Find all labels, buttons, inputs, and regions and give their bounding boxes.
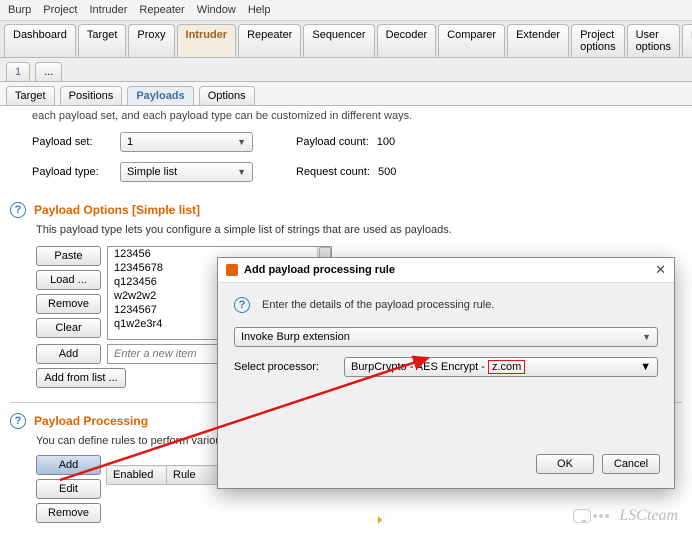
processing-add-button[interactable]: Add	[36, 455, 101, 475]
subtab-target[interactable]: Target	[6, 86, 55, 105]
tab-decoder[interactable]: Decoder	[377, 24, 437, 57]
cancel-button[interactable]: Cancel	[602, 454, 660, 474]
subtab-options[interactable]: Options	[199, 86, 255, 105]
ok-button[interactable]: OK	[536, 454, 594, 474]
menu-intruder[interactable]: Intruder	[90, 4, 128, 16]
subtab-payloads[interactable]: Payloads	[127, 86, 193, 105]
intruder-sub-tab-bar: Target Positions Payloads Options	[0, 82, 692, 106]
add-item-button[interactable]: Add	[36, 344, 101, 364]
help-icon[interactable]: ?	[10, 413, 26, 429]
payload-processing-title: Payload Processing	[34, 414, 148, 428]
caret-icon	[378, 516, 386, 524]
tab-intruder[interactable]: Intruder	[177, 24, 237, 57]
clear-button[interactable]: Clear	[36, 318, 101, 338]
help-icon[interactable]: ?	[10, 202, 26, 218]
payload-count-value: 100	[377, 136, 395, 148]
tab-comparer[interactable]: Comparer	[438, 24, 505, 57]
burp-icon	[226, 264, 238, 276]
payload-options-desc: This payload type lets you configure a s…	[36, 224, 682, 236]
chevron-down-icon: ▼	[237, 167, 246, 177]
payload-type-combo[interactable]: Simple list ▼	[120, 162, 253, 182]
menu-bar: Burp Project Intruder Repeater Window He…	[0, 0, 692, 21]
payload-options-title: Payload Options [Simple list]	[34, 203, 200, 217]
payload-type-label: Payload type:	[32, 166, 112, 178]
instance-tab-new[interactable]: ...	[35, 62, 62, 81]
payload-set-combo[interactable]: 1 ▼	[120, 132, 253, 152]
payload-count-label: Payload count:	[296, 136, 369, 148]
add-from-list-label: Add from list ...	[44, 372, 117, 384]
remove-button[interactable]: Remove	[36, 294, 101, 314]
load-button[interactable]: Load ...	[36, 270, 101, 290]
tab-project-options[interactable]: Project options	[571, 24, 624, 57]
add-processing-rule-dialog: Add payload processing rule ✕ ? Enter th…	[217, 257, 675, 489]
processing-remove-button[interactable]: Remove	[36, 503, 101, 523]
menu-help[interactable]: Help	[248, 4, 271, 16]
intro-text: each payload set, and each payload type …	[32, 110, 682, 122]
main-tab-bar: Dashboard Target Proxy Intruder Repeater…	[0, 21, 692, 58]
help-icon[interactable]: ?	[234, 297, 250, 313]
dialog-desc: Enter the details of the payload process…	[262, 299, 494, 311]
chevron-down-icon: ▼	[237, 137, 246, 147]
instance-tab-1[interactable]: 1	[6, 62, 30, 81]
tab-repeater[interactable]: Repeater	[238, 24, 301, 57]
tab-sequencer[interactable]: Sequencer	[303, 24, 374, 57]
close-icon[interactable]: ✕	[655, 262, 666, 278]
tab-proxy[interactable]: Proxy	[128, 24, 174, 57]
tab-extender[interactable]: Extender	[507, 24, 569, 57]
processor-highlight: z.com	[488, 360, 525, 374]
tab-burpcrypto[interactable]: BurpCrypto	[682, 24, 692, 57]
intruder-instance-bar: 1 ...	[0, 58, 692, 82]
processing-edit-button[interactable]: Edit	[36, 479, 101, 499]
processor-value: BurpCrypto - AES Encrypt - z.com	[351, 360, 525, 374]
processor-prefix: BurpCrypto - AES Encrypt -	[351, 361, 488, 373]
request-count-value: 500	[378, 166, 396, 178]
col-enabled[interactable]: Enabled	[107, 466, 167, 485]
payload-set-value: 1	[127, 136, 133, 148]
menu-repeater[interactable]: Repeater	[139, 4, 184, 16]
menu-burp[interactable]: Burp	[8, 4, 31, 16]
rule-type-combo[interactable]: Invoke Burp extension ▼	[234, 327, 658, 347]
chevron-down-icon: ▼	[640, 361, 651, 373]
chevron-down-icon: ▼	[642, 332, 651, 342]
payload-set-label: Payload set:	[32, 136, 112, 148]
payload-type-value: Simple list	[127, 166, 177, 178]
select-processor-label: Select processor:	[234, 361, 336, 373]
menu-project[interactable]: Project	[43, 4, 77, 16]
paste-button[interactable]: Paste	[36, 246, 101, 266]
tab-user-options[interactable]: User options	[627, 24, 680, 57]
tab-target[interactable]: Target	[78, 24, 127, 57]
request-count-label: Request count:	[296, 166, 370, 178]
select-processor-combo[interactable]: BurpCrypto - AES Encrypt - z.com ▼	[344, 357, 658, 377]
subtab-positions[interactable]: Positions	[60, 86, 123, 105]
tab-dashboard[interactable]: Dashboard	[4, 24, 76, 57]
rule-type-value: Invoke Burp extension	[241, 331, 350, 343]
dialog-title: Add payload processing rule	[244, 264, 395, 276]
menu-window[interactable]: Window	[197, 4, 236, 16]
add-from-list-button[interactable]: Add from list ...	[36, 368, 126, 388]
